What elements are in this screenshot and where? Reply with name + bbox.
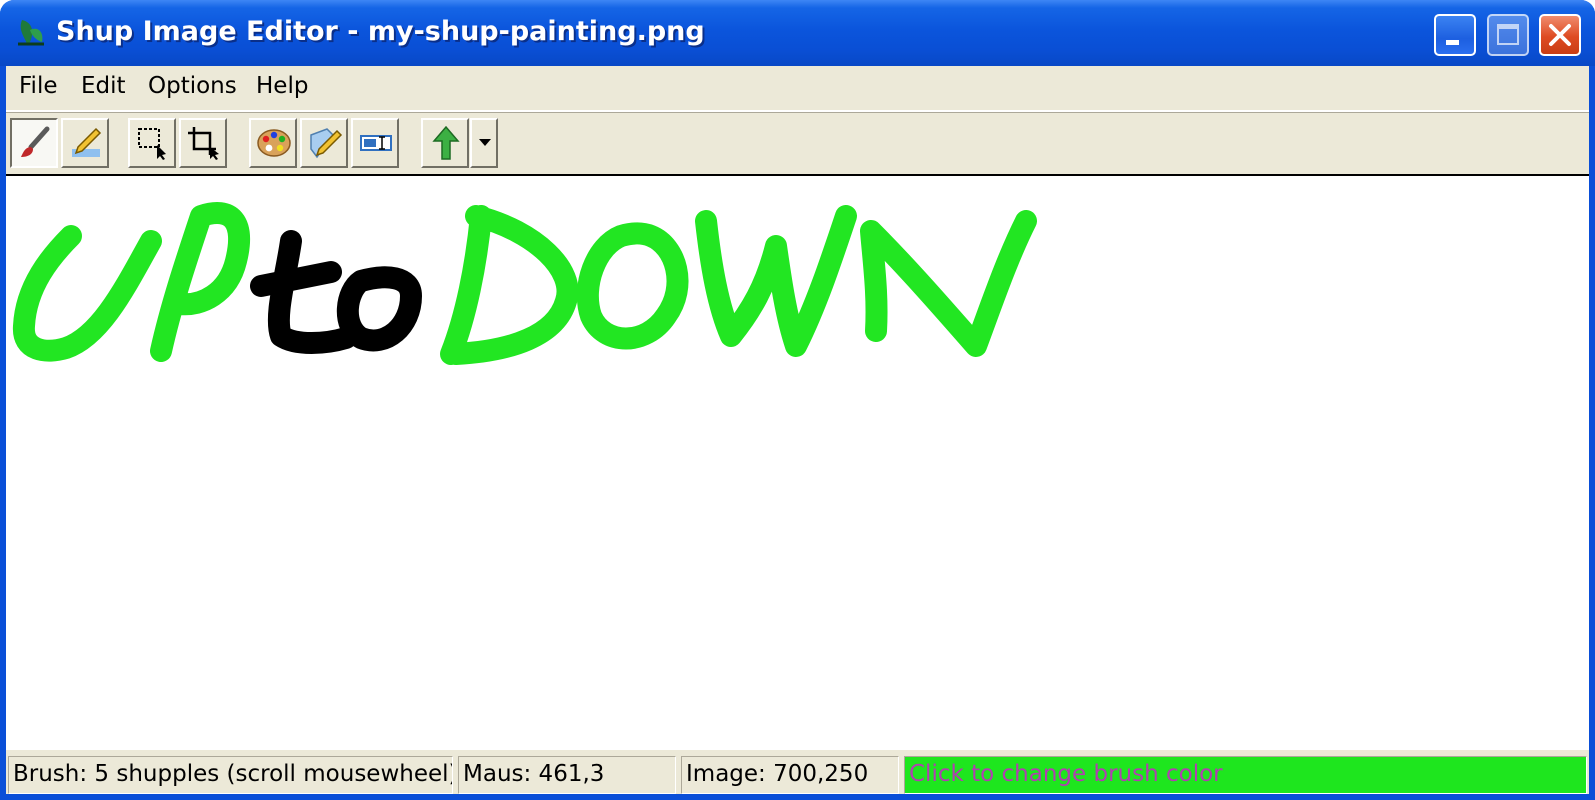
crop-tool-button[interactable] <box>179 118 227 168</box>
minimize-button[interactable] <box>1434 14 1476 56</box>
maximize-button[interactable] <box>1487 14 1529 56</box>
select-icon <box>138 128 166 160</box>
dropdown-arrow-icon <box>479 139 491 146</box>
crop-icon <box>188 127 219 160</box>
painting-strokes <box>13 202 1037 365</box>
menu-bar: File Edit Options Help <box>6 66 1589 108</box>
status-image-size: Image: 700,250 <box>681 756 899 794</box>
stroke-letter-p <box>150 202 251 362</box>
textbox-icon <box>360 135 392 151</box>
move-up-button[interactable] <box>421 118 469 168</box>
drawing-canvas[interactable] <box>6 174 1589 750</box>
stroke-letter-o <box>336 266 422 352</box>
menu-options[interactable]: Options <box>142 73 243 99</box>
stroke-letter-t <box>267 230 357 354</box>
brush-icon <box>21 126 50 157</box>
stroke-letter-t-bar <box>250 261 342 297</box>
menu-help[interactable]: Help <box>250 73 314 99</box>
stroke-letter-n <box>860 210 1037 357</box>
color-picker-icon <box>310 128 343 159</box>
toolbar <box>6 110 1589 174</box>
client-area: File Edit Options Help Brush: 5 shupples… <box>6 66 1589 794</box>
minimize-icon <box>1446 40 1459 45</box>
maximize-icon <box>1497 24 1519 45</box>
textbox-tool-button[interactable] <box>351 118 399 168</box>
app-window: Shup Image Editor - my-shup-painting.png… <box>0 0 1595 800</box>
stroke-letter-d <box>440 205 579 365</box>
status-brush-size: Brush: 5 shupples (scroll mousewheel) <box>8 756 453 794</box>
pencil-tool-button[interactable] <box>61 118 109 168</box>
menu-edit[interactable]: Edit <box>75 73 132 99</box>
status-mouse-position: Maus: 461,3 <box>458 756 676 794</box>
up-arrow-icon <box>432 125 460 160</box>
select-tool-button[interactable] <box>128 118 176 168</box>
palette-icon <box>257 129 291 157</box>
tool-dropdown-button[interactable] <box>470 118 498 168</box>
app-leaf-icon <box>18 20 44 46</box>
title-bar[interactable]: Shup Image Editor - my-shup-painting.png <box>0 0 1595 66</box>
menu-file[interactable]: File <box>13 73 64 99</box>
stroke-letter-u <box>13 225 162 362</box>
pencil-icon <box>72 127 102 157</box>
stroke-letter-w <box>695 205 857 357</box>
color-picker-tool-button[interactable] <box>300 118 348 168</box>
palette-tool-button[interactable] <box>249 118 297 168</box>
window-title: Shup Image Editor - my-shup-painting.png <box>56 16 705 47</box>
stroke-letter-o2 <box>576 222 689 350</box>
status-bar: Brush: 5 shupples (scroll mousewheel) Ma… <box>6 750 1589 794</box>
close-icon <box>1549 24 1571 46</box>
close-button[interactable] <box>1539 14 1581 56</box>
brush-tool-button[interactable] <box>10 118 58 168</box>
brush-color-button[interactable]: Click to change brush color <box>904 756 1587 794</box>
